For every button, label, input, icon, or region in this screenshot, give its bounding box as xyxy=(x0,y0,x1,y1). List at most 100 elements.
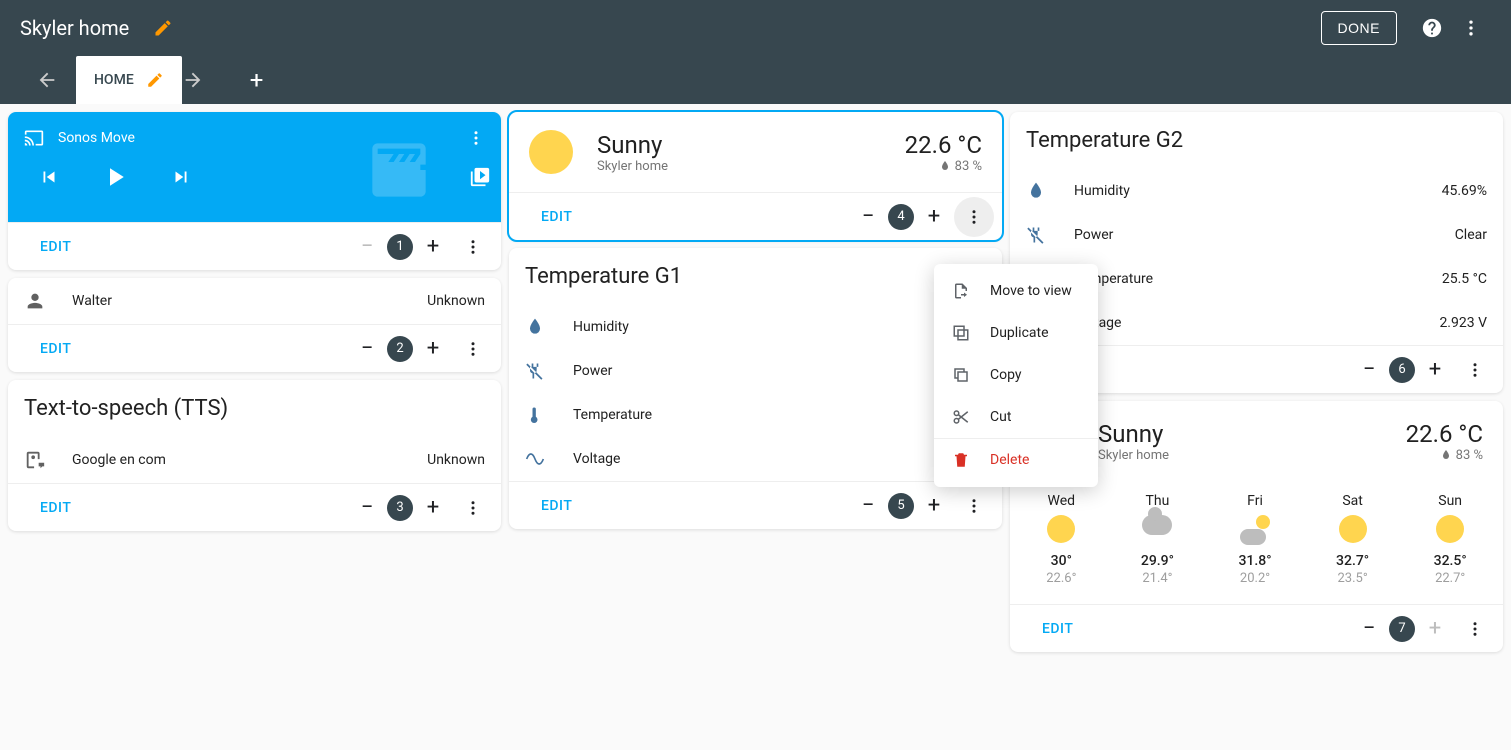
position-badge: 6 xyxy=(1389,357,1415,383)
move-down-icon[interactable]: + xyxy=(413,329,453,369)
power-label: Power xyxy=(573,363,986,379)
cast-icon xyxy=(24,128,44,148)
weather-icon xyxy=(1435,515,1465,545)
person-name: Walter xyxy=(72,293,403,309)
move-down-icon[interactable]: + xyxy=(914,197,954,237)
menu-duplicate[interactable]: Duplicate xyxy=(934,312,1098,354)
edit-button[interactable]: EDIT xyxy=(16,341,95,357)
weather-icon xyxy=(1046,515,1076,545)
position-badge: 2 xyxy=(387,336,413,362)
card-options-icon[interactable] xyxy=(1455,350,1495,390)
play-icon[interactable] xyxy=(100,162,130,192)
media-player-card[interactable]: Sonos Move EDIT − 1 + xyxy=(8,112,501,270)
move-down-icon[interactable]: + xyxy=(914,486,954,526)
copy-icon xyxy=(952,366,972,384)
position-badge: 5 xyxy=(888,493,914,519)
move-down-icon[interactable]: + xyxy=(413,488,453,528)
temperature-value: 25.5 °C xyxy=(1442,271,1487,287)
add-tab-icon[interactable]: + xyxy=(250,66,264,94)
card-options-icon[interactable] xyxy=(1455,609,1495,649)
forecast-day: Thu29.9°21.4° xyxy=(1141,493,1174,586)
humidity-value: 45.69% xyxy=(1442,183,1487,199)
forecast-day: Sun32.5°22.7° xyxy=(1434,493,1467,586)
edit-button[interactable]: EDIT xyxy=(16,239,95,255)
move-up-icon[interactable]: − xyxy=(1349,350,1389,390)
card-title: Temperature G1 xyxy=(509,248,1002,305)
weather-icon xyxy=(1338,515,1368,545)
skip-prev-icon[interactable] xyxy=(38,166,60,188)
movie-icon xyxy=(367,138,431,202)
move-up-icon[interactable]: − xyxy=(347,329,387,369)
thermometer-icon xyxy=(525,405,549,425)
tab-bar: HOME + xyxy=(8,56,1503,104)
app-header: Skyler home DONE HOME + xyxy=(0,0,1511,104)
tab-home[interactable]: HOME xyxy=(76,56,182,104)
tab-prev-icon[interactable] xyxy=(36,69,76,91)
position-badge: 4 xyxy=(888,204,914,230)
move-down-icon[interactable]: + xyxy=(413,227,453,267)
tab-next-icon[interactable] xyxy=(182,69,222,91)
card-options-icon[interactable] xyxy=(453,329,493,369)
power-plug-off-icon xyxy=(1026,225,1050,245)
weather-temp: 22.6 °C xyxy=(905,131,982,159)
move-down-icon[interactable]: + xyxy=(1415,350,1455,390)
edit-button[interactable]: EDIT xyxy=(517,209,596,225)
weather-location: Skyler home xyxy=(1098,448,1382,463)
tts-card[interactable]: Text-to-speech (TTS) Google en com Unkno… xyxy=(8,380,501,531)
move-up-icon[interactable]: − xyxy=(1349,609,1389,649)
help-icon[interactable] xyxy=(1421,17,1443,39)
done-button[interactable]: DONE xyxy=(1321,11,1397,45)
sun-icon xyxy=(529,130,573,174)
weather-state: Sunny xyxy=(1098,420,1382,448)
forecast-row: Wed30°22.6°Thu29.9°21.4°Fri31.8°20.2°Sat… xyxy=(1010,481,1503,604)
power-value: Clear xyxy=(1455,227,1487,243)
duplicate-icon xyxy=(952,324,972,342)
weather-icon xyxy=(1142,515,1172,545)
card-menu-icon[interactable] xyxy=(467,129,485,147)
weather-card[interactable]: Sunny Skyler home 22.6 °C 83 % EDIT − 4 … xyxy=(509,112,1002,240)
person-card[interactable]: Walter Unknown EDIT − 2 + xyxy=(8,278,501,372)
temperature-label: Temperature xyxy=(1074,271,1418,287)
menu-delete[interactable]: Delete xyxy=(934,438,1098,481)
card-options-icon[interactable] xyxy=(954,197,994,237)
dashboard-title: Skyler home xyxy=(20,16,129,40)
power-plug-off-icon xyxy=(525,361,549,381)
trash-icon xyxy=(952,451,972,469)
card-title: Text-to-speech (TTS) xyxy=(8,380,501,437)
weather-location: Skyler home xyxy=(597,159,881,174)
move-up-icon[interactable]: − xyxy=(347,488,387,528)
speaker-message-icon xyxy=(24,449,48,471)
overflow-menu-icon[interactable] xyxy=(1451,8,1491,48)
scissors-icon xyxy=(952,408,972,426)
tts-state: Unknown xyxy=(427,452,485,468)
menu-cut[interactable]: Cut xyxy=(934,396,1098,438)
move-up-icon[interactable]: − xyxy=(347,227,387,267)
position-badge: 3 xyxy=(387,495,413,521)
pencil-icon[interactable] xyxy=(153,18,173,38)
humidity-label: Humidity xyxy=(573,319,986,335)
weather-temp: 22.6 °C xyxy=(1406,420,1483,448)
menu-move-to-view[interactable]: Move to view xyxy=(934,270,1098,312)
card-options-icon[interactable] xyxy=(954,486,994,526)
move-up-icon[interactable]: − xyxy=(848,486,888,526)
menu-copy[interactable]: Copy xyxy=(934,354,1098,396)
water-drop-icon xyxy=(1026,181,1050,201)
skip-next-icon[interactable] xyxy=(170,166,192,188)
edit-button[interactable]: EDIT xyxy=(16,500,95,516)
voltage-label: Voltage xyxy=(573,451,986,467)
water-drop-icon xyxy=(525,317,549,337)
pencil-icon[interactable] xyxy=(146,71,164,89)
card-options-icon[interactable] xyxy=(453,227,493,267)
browse-media-icon[interactable] xyxy=(469,166,491,188)
power-label: Power xyxy=(1074,227,1431,243)
dashboard-grid: Sonos Move EDIT − 1 + xyxy=(0,104,1511,660)
edit-button[interactable]: EDIT xyxy=(1018,621,1097,637)
edit-button[interactable]: EDIT xyxy=(517,498,596,514)
card-options-icon[interactable] xyxy=(453,488,493,528)
weather-state: Sunny xyxy=(597,131,881,159)
move-down-icon[interactable]: + xyxy=(1415,609,1455,649)
entities-card-g1[interactable]: Temperature G1 Humidity Power Temperatur… xyxy=(509,248,1002,529)
sine-wave-icon xyxy=(525,449,549,469)
temperature-label: Temperature xyxy=(573,407,986,423)
move-up-icon[interactable]: − xyxy=(848,197,888,237)
